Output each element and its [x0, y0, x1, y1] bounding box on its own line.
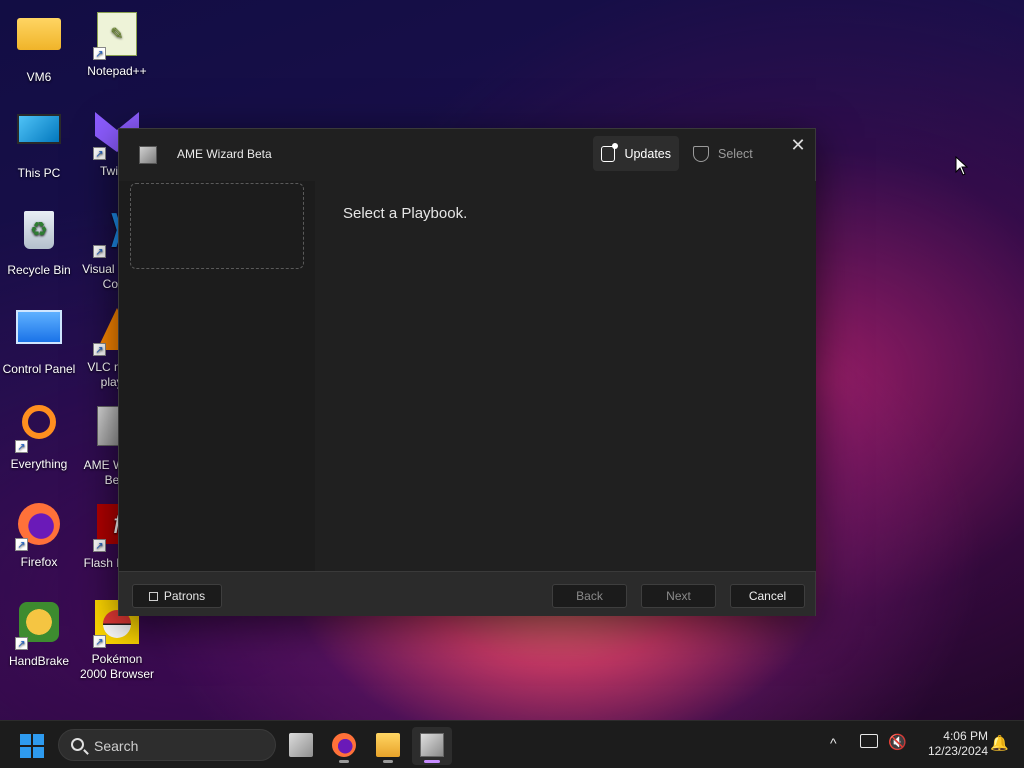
control-panel-icon [15, 310, 63, 358]
shortcut-arrow-icon: ↗ [93, 245, 106, 258]
updates-label: Updates [624, 146, 671, 161]
close-icon: ✕ [790, 135, 806, 155]
desktop-icon-control-panel[interactable]: Control Panel [0, 304, 78, 377]
task-view-icon [289, 733, 313, 757]
computer-icon [15, 114, 63, 162]
firefox-icon: ↗ [15, 503, 63, 551]
taskbar-search[interactable]: Search [58, 729, 276, 761]
patrons-button[interactable]: Patrons [132, 584, 222, 608]
desktop-icon-recycle-bin[interactable]: ♻ Recycle Bin [0, 206, 78, 278]
taskbar-file-explorer[interactable] [368, 727, 408, 765]
shortcut-arrow-icon: ↗ [15, 538, 28, 551]
shortcut-arrow-icon: ↗ [93, 635, 106, 648]
running-indicator [383, 760, 393, 763]
close-button[interactable]: ✕ [787, 134, 809, 156]
firefox-icon [332, 733, 356, 757]
shortcut-arrow-icon: ↗ [15, 637, 28, 650]
sidebar [119, 181, 315, 571]
shortcut-arrow-icon: ↗ [93, 539, 106, 552]
title-bar[interactable]: AME Wizard Beta Updates Select ✕ [119, 129, 815, 181]
shield-icon [693, 145, 709, 162]
notepadpp-icon: ✎ ↗ [93, 12, 141, 60]
clock-time: 4:06 PM [943, 729, 988, 743]
recycle-bin-icon: ♻ [15, 211, 63, 259]
search-placeholder: Search [94, 738, 139, 754]
clock[interactable]: 4:06 PM 12/23/2024 [912, 729, 988, 768]
file-explorer-icon [376, 733, 400, 757]
shortcut-arrow-icon: ↗ [93, 47, 106, 60]
taskbar: Search ^ 🔇 4:06 PM 12/23/2024 🔔 [0, 720, 1024, 768]
windows-logo-icon [33, 747, 44, 758]
taskbar-firefox[interactable] [324, 727, 364, 765]
ame-wizard-window: AME Wizard Beta Updates Select ✕ Select … [118, 128, 816, 616]
desktop-icon-handbrake[interactable]: ↗ HandBrake [0, 598, 78, 669]
desktop-icon-this-pc[interactable]: This PC [0, 108, 78, 181]
cancel-button[interactable]: Cancel [730, 584, 805, 608]
start-button[interactable] [20, 734, 44, 758]
ame-wizard-icon [139, 146, 157, 164]
desktop-icon-label: Everything [10, 457, 68, 471]
playbook-drop-zone[interactable] [130, 183, 304, 269]
desktop-icon-label: HandBrake [8, 654, 70, 668]
network-icon[interactable] [860, 734, 878, 748]
ame-wizard-icon [420, 733, 444, 757]
search-icon [71, 738, 84, 751]
updates-button[interactable]: Updates [593, 136, 679, 171]
taskbar-task-view[interactable] [281, 727, 321, 765]
select-button[interactable]: Select [685, 136, 765, 171]
windows-logo-icon [20, 734, 31, 745]
notification-bell-icon[interactable]: 🔔 [990, 734, 1009, 768]
desktop-icon-label: Recycle Bin [7, 263, 71, 277]
window-title: AME Wizard Beta [177, 147, 272, 161]
external-link-icon [148, 592, 158, 601]
back-button[interactable]: Back [552, 584, 627, 608]
desktop-icon-firefox[interactable]: ↗ Firefox [0, 500, 78, 570]
folder-icon [15, 18, 63, 66]
desktop-icon-notepadpp[interactable]: ✎ ↗ Notepad++ [78, 10, 156, 79]
next-button[interactable]: Next [641, 584, 716, 608]
running-indicator [339, 760, 349, 763]
updates-icon [601, 142, 619, 162]
desktop-icon-label: This PC [17, 166, 61, 180]
shortcut-arrow-icon: ↗ [15, 440, 28, 453]
patrons-label: Patrons [163, 589, 206, 603]
clock-date: 12/23/2024 [927, 744, 988, 758]
desktop-icon-label: VM6 [26, 70, 52, 84]
content-area: Select a Playbook. [317, 181, 816, 571]
desktop-icon-label: Control Panel [2, 362, 76, 376]
desktop-icon-label: Pokémon 2000 Browser [79, 652, 155, 681]
everything-icon: ↗ [15, 405, 63, 453]
handbrake-icon: ↗ [15, 602, 63, 650]
shortcut-arrow-icon: ↗ [93, 147, 106, 160]
desktop-icon-label: Notepad++ [87, 64, 147, 78]
content-message: Select a Playbook. [343, 205, 468, 222]
volume-muted-icon[interactable]: 🔇 [888, 733, 907, 768]
desktop-icon-label: Firefox [20, 555, 58, 569]
windows-logo-icon [33, 734, 44, 745]
footer-bar: Patrons Back Next Cancel [119, 571, 815, 616]
show-hidden-icons-chevron-icon[interactable]: ^ [830, 735, 837, 768]
select-label: Select [718, 146, 753, 161]
shortcut-arrow-icon: ↗ [93, 343, 106, 356]
desktop-icon-vm6[interactable]: VM6 [0, 10, 78, 85]
active-indicator [424, 760, 440, 763]
taskbar-ame-wizard[interactable] [412, 727, 452, 765]
windows-logo-icon [20, 747, 31, 758]
desktop-icon-everything[interactable]: ↗ Everything [0, 402, 78, 472]
